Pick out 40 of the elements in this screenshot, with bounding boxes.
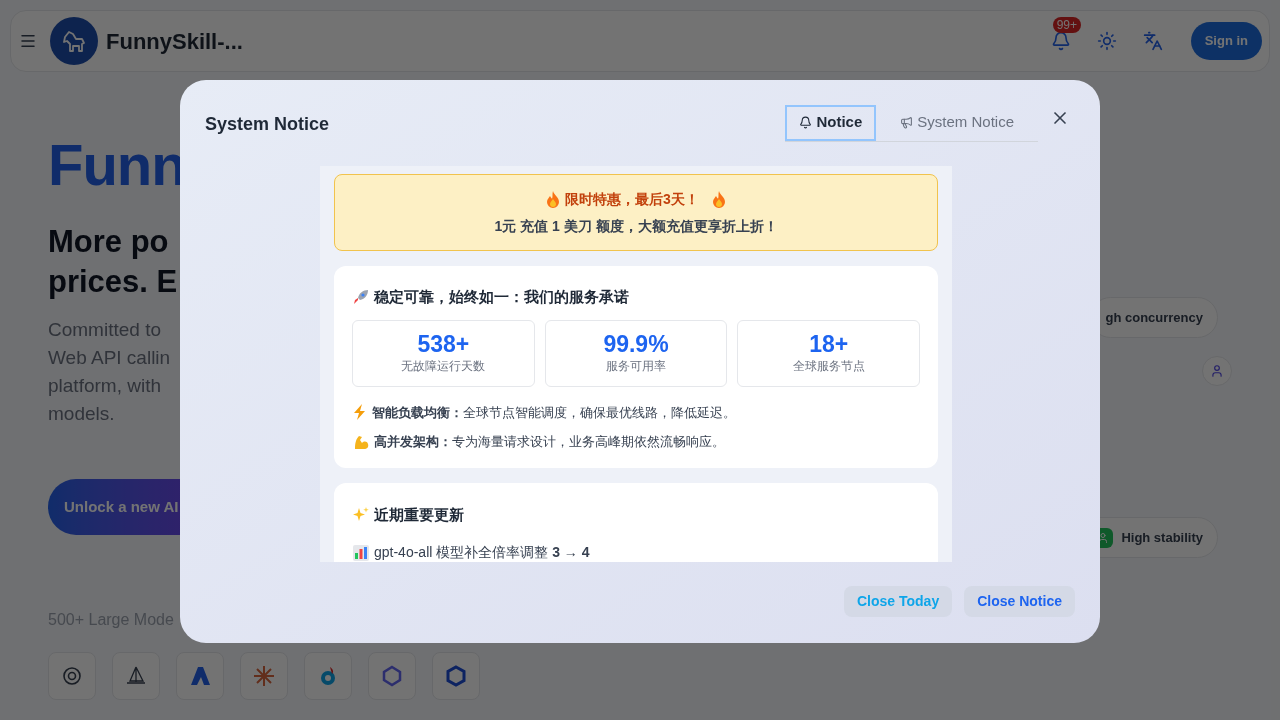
- card-heading: 稳定可靠，始终如一：我们的服务承诺: [374, 287, 629, 307]
- logo[interactable]: [50, 17, 98, 65]
- stat-value: 99.9%: [603, 331, 669, 357]
- theme-icon[interactable]: [1096, 31, 1117, 51]
- close-today-button[interactable]: Close Today: [844, 586, 953, 617]
- stat-value: 538+: [417, 331, 470, 357]
- flame-icon: [710, 190, 727, 208]
- stat-label: 服务可用率: [606, 358, 666, 375]
- dialog-tab[interactable]: System Notice: [876, 104, 1038, 141]
- stat-label: 全球服务节点: [792, 358, 865, 375]
- bell-icon: [799, 116, 813, 129]
- promo-title: 限时特惠，最后3天！: [565, 189, 699, 209]
- stat-label: 无故障运行天数: [401, 358, 486, 375]
- hero-title: Funn: [48, 131, 186, 199]
- hero-description: Committed to Web API callin platform, with models.: [48, 318, 171, 426]
- rocket-icon: [352, 288, 370, 307]
- starburst-icon: [252, 664, 276, 688]
- card-heading: 近期重要更新: [374, 504, 464, 525]
- megaphone-icon: [900, 116, 914, 129]
- update-text: gpt-4o-all 模型补全倍率调整 3 → 4: [374, 543, 590, 562]
- menu-icon[interactable]: [19, 32, 37, 50]
- hero-subtitle: More po prices. E: [48, 223, 178, 301]
- dialog-tab[interactable]: Notice: [785, 104, 877, 141]
- lightning-icon: [352, 403, 368, 422]
- sign-in-button[interactable]: Sign in: [1190, 22, 1262, 60]
- feature-text: 智能负载均衡：全球节点智能调度，确保最优线路，降低延迟。: [372, 403, 736, 422]
- triangle-logo-icon: [188, 664, 212, 688]
- stat-value: 18+: [809, 331, 849, 357]
- notification-badge: 99+: [1052, 17, 1081, 33]
- close-notice-button[interactable]: Close Notice: [964, 586, 1075, 617]
- feature-text: 高并发架构：专为海量请求设计，业务高峰期依然流畅响应。: [374, 433, 725, 451]
- notification-icon[interactable]: [1050, 31, 1071, 51]
- avatar: [1202, 356, 1232, 386]
- brand-name: FunnySkill-...: [106, 27, 243, 56]
- bar-chart-icon: [352, 543, 370, 562]
- flame-icon: [545, 190, 562, 208]
- promo-text: 1元 充值 1 美刀 额度，大额充值更享折上折！: [494, 216, 778, 236]
- hexagon-icon: [444, 664, 468, 688]
- dialog-title: System Notice: [205, 112, 330, 136]
- language-icon[interactable]: [1142, 31, 1163, 51]
